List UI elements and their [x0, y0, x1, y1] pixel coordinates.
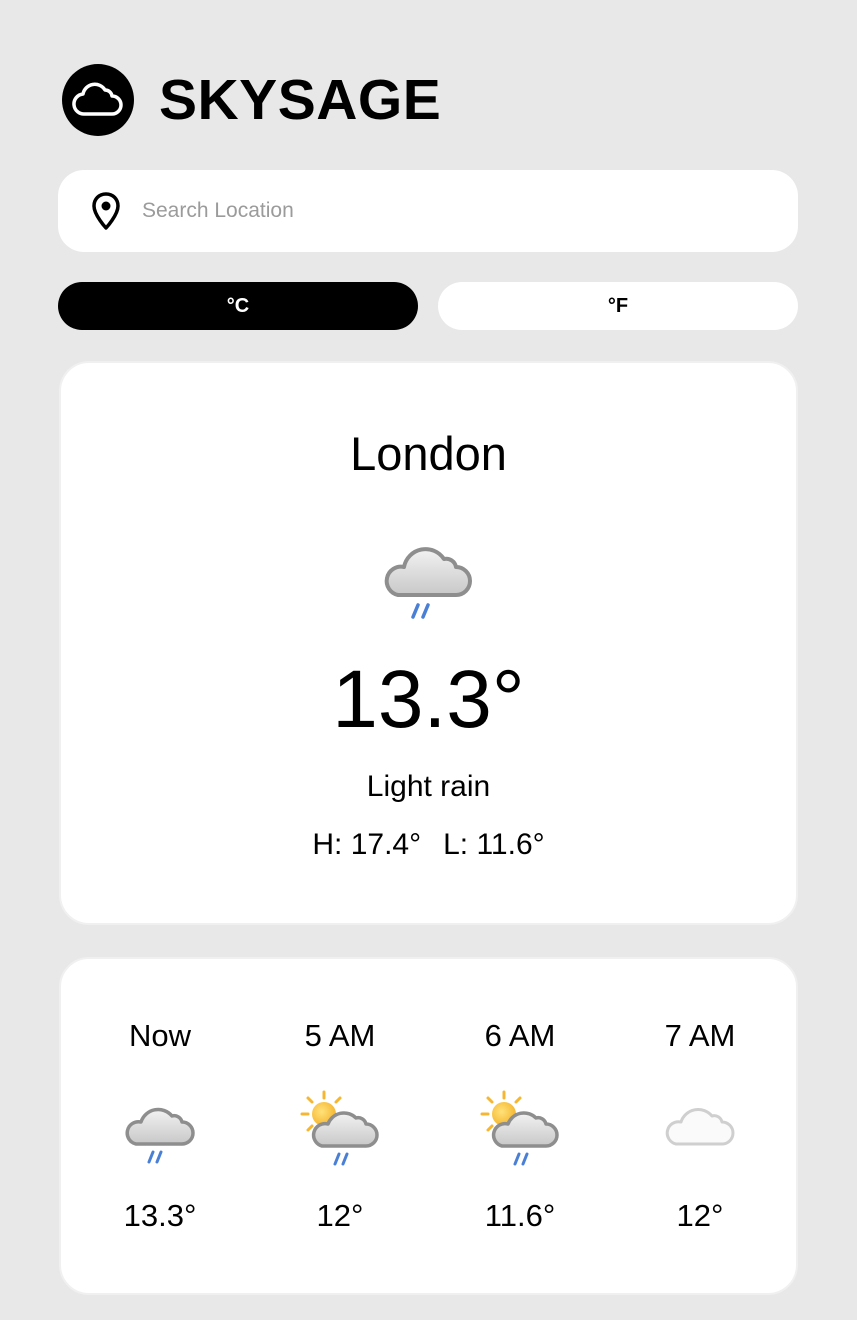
- high-low-temperature: H: 17.4° L: 11.6°: [0, 826, 857, 864]
- hourly-time: 5 AM: [304, 1018, 376, 1053]
- weather-app: SKYSAGE °C °F London 13.3°: [0, 0, 857, 1320]
- search-input[interactable]: [140, 198, 744, 224]
- weather-condition: Light rain: [366, 770, 491, 803]
- hourly-time: 6 AM: [484, 1018, 556, 1053]
- cloud-rain-icon: [378, 533, 478, 625]
- app-brand: SKYSAGE: [159, 67, 442, 132]
- fahrenheit-button[interactable]: °F: [438, 282, 798, 330]
- sun-cloud-rain-icon: [478, 1088, 559, 1170]
- cloud-rain-icon: [120, 1088, 200, 1170]
- sun-cloud-rain-icon: [298, 1088, 379, 1170]
- hourly-temperature: 11.6°: [484, 1198, 556, 1233]
- hourly-temperature: 12°: [676, 1198, 724, 1233]
- high-temperature: H: 17.4°: [312, 828, 422, 861]
- hourly-time: Now: [128, 1018, 191, 1053]
- cloud-icon: [660, 1088, 740, 1170]
- current-temperature: 13.3°: [332, 654, 525, 745]
- unit-toggle: °C °F: [58, 282, 798, 330]
- hourly-temperature: 12°: [316, 1198, 364, 1233]
- hourly-temperature: 13.3°: [123, 1198, 197, 1233]
- city-name: London: [350, 427, 507, 480]
- location-pin-icon: [89, 191, 123, 231]
- search-bar[interactable]: [58, 170, 798, 252]
- celsius-button[interactable]: °C: [58, 282, 418, 330]
- hourly-time: 7 AM: [664, 1018, 736, 1053]
- cloud-icon: [62, 64, 134, 136]
- app-header: SKYSAGE: [62, 63, 441, 137]
- low-temperature: L: 11.6°: [443, 828, 545, 861]
